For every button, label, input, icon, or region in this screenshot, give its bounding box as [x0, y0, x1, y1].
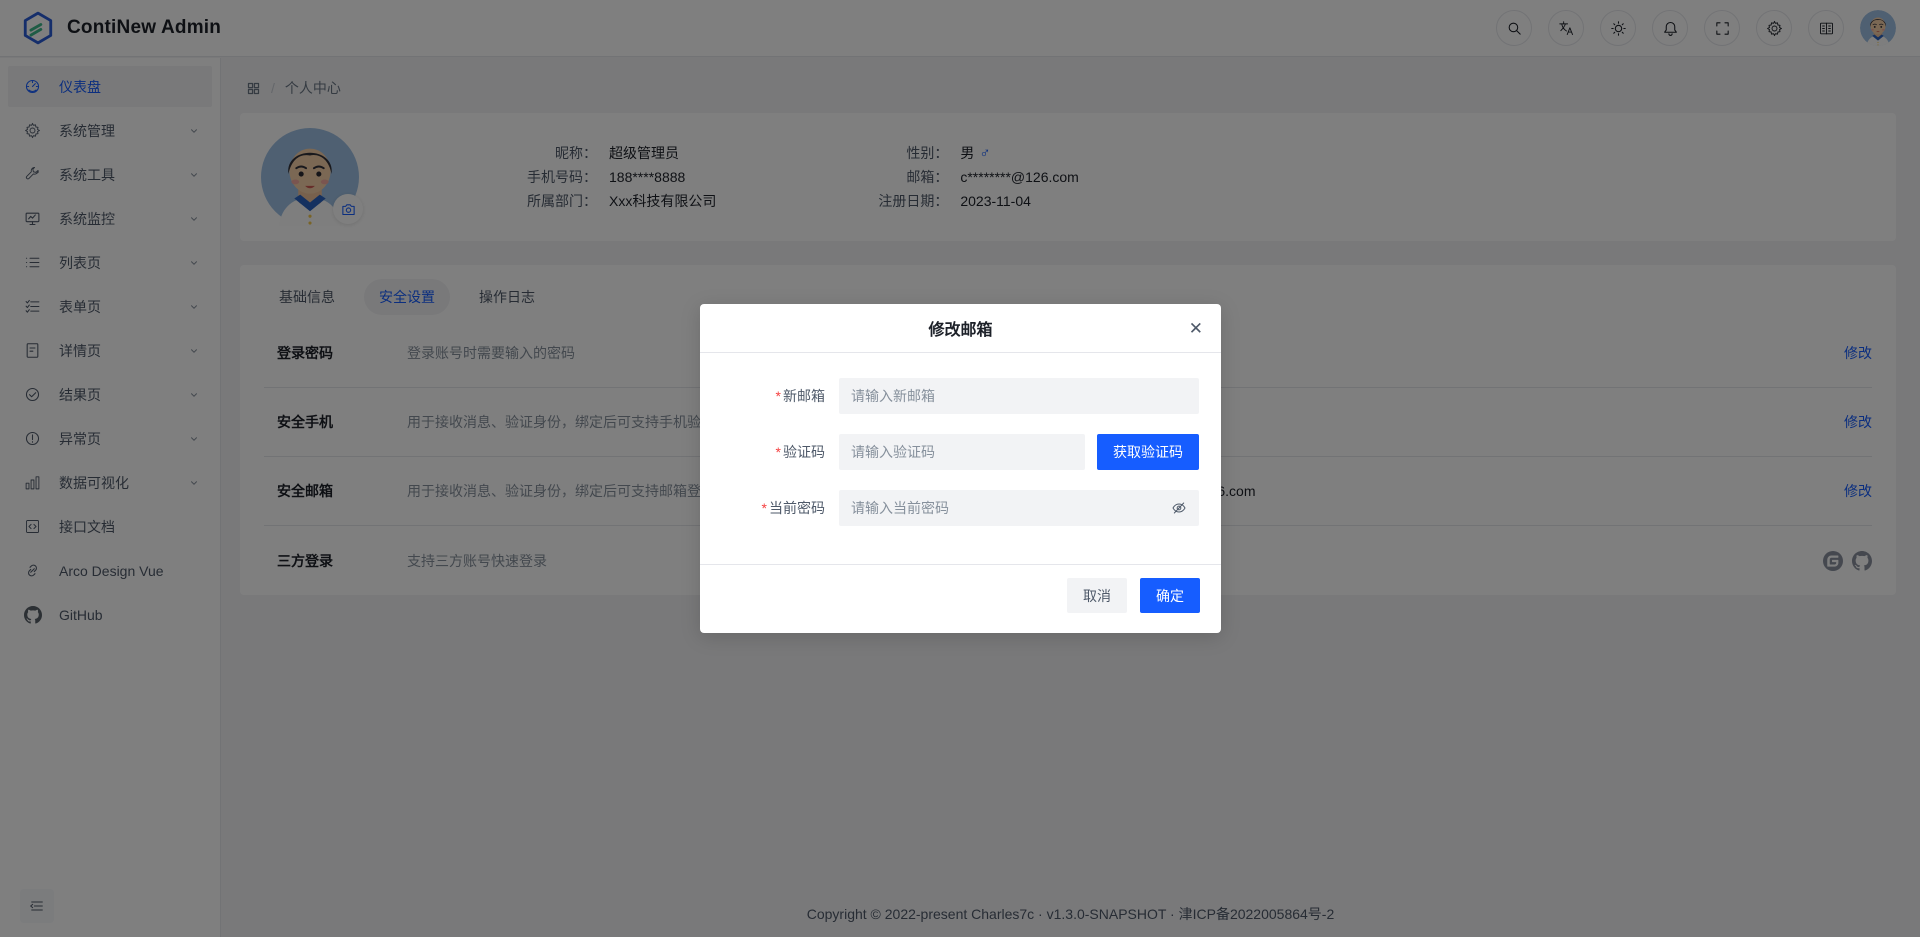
required-asterisk: * [776, 388, 781, 404]
modal-body: *新邮箱 *验证码 获取验证码 *当前密码 [700, 353, 1221, 564]
modal-footer: 取消 确定 [700, 564, 1221, 633]
required-asterisk: * [776, 444, 781, 460]
current-password-field-row: *当前密码 [722, 490, 1199, 526]
eye-invisible-icon [1171, 500, 1187, 516]
new-email-input[interactable] [851, 388, 1187, 404]
captcha-input[interactable] [851, 444, 1073, 460]
modal-header: 修改邮箱 ✕ [700, 304, 1221, 353]
captcha-label: *验证码 [722, 442, 825, 462]
current-password-label: *当前密码 [722, 498, 825, 518]
confirm-button[interactable]: 确定 [1140, 578, 1200, 613]
new-email-input-wrap [839, 378, 1199, 414]
modify-email-modal: 修改邮箱 ✕ *新邮箱 *验证码 获取验证码 *当前密码 取消 确定 [700, 304, 1221, 633]
cancel-button[interactable]: 取消 [1067, 578, 1127, 613]
new-email-label: *新邮箱 [722, 386, 825, 406]
captcha-field-row: *验证码 获取验证码 [722, 434, 1199, 470]
close-icon[interactable]: ✕ [1189, 304, 1203, 353]
toggle-password-visibility-button[interactable] [1171, 500, 1187, 516]
new-email-field-row: *新邮箱 [722, 378, 1199, 414]
modal-title: 修改邮箱 [928, 316, 992, 340]
get-captcha-button[interactable]: 获取验证码 [1097, 434, 1199, 470]
captcha-input-wrap [839, 434, 1085, 470]
required-asterisk: * [762, 500, 767, 516]
current-password-input-wrap [839, 490, 1199, 526]
current-password-input[interactable] [851, 500, 1171, 516]
